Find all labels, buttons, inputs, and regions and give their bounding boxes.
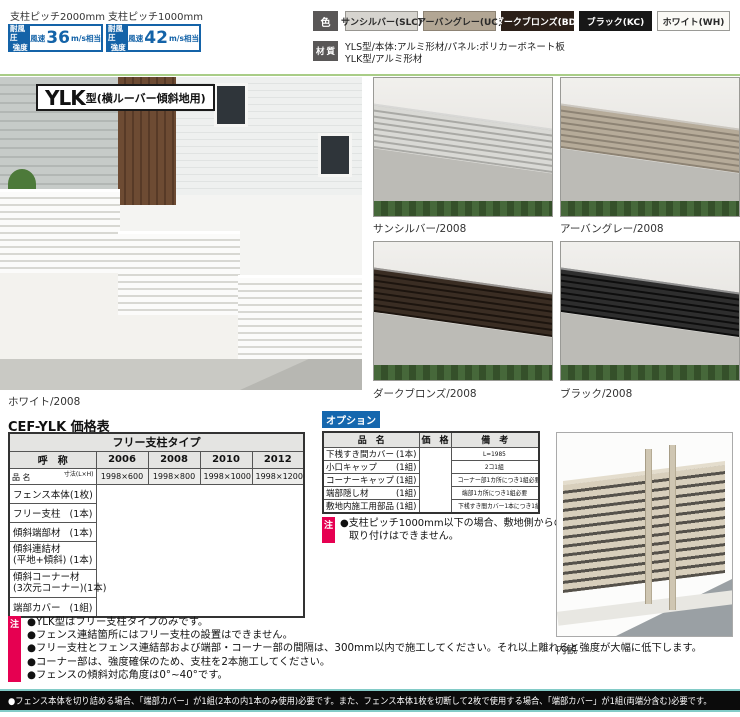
- footer-note-bar: ●フェンス本体を切り詰める場合、「端部カバー」が1組(2本の内1本のみ使用)必要…: [0, 689, 740, 712]
- green-divider: [0, 74, 740, 76]
- catalog-page: 支柱ピッチ2000mm 耐風圧 強度 風速 36 m/s相当 支柱ピッチ1000…: [0, 0, 740, 717]
- color-chip-urbangray: アーバングレー(UC): [423, 11, 496, 31]
- note-item: ●フェンスの傾斜対応角度は0°~40°です。: [27, 669, 702, 682]
- color-chip-white: ホワイト(WH): [657, 11, 730, 31]
- variant-photo-darkbronze: [373, 241, 553, 381]
- note-badge: 注: [8, 616, 21, 682]
- variant-caption-darkbronze: ダークブロンズ/2008: [373, 386, 477, 401]
- window-graphic: [214, 83, 248, 127]
- variant-caption-urbangray: アーバングレー/2008: [560, 221, 664, 236]
- wind-rating-box-2000: 耐風圧 強度 風速 36 m/s相当: [8, 24, 103, 52]
- pitch-label-1000: 支柱ピッチ1000mm: [108, 8, 203, 23]
- wind-rating-value: 風速 36 m/s相当: [30, 26, 101, 50]
- options-header-price: 価 格: [419, 432, 451, 447]
- note-item: ●フェンス連結箇所にはフリー支柱の設置はできません。: [27, 629, 702, 642]
- pitch-label-2000: 支柱ピッチ2000mm: [10, 8, 105, 23]
- hedge-graphic: [561, 365, 739, 380]
- fence-post-graphic: [645, 449, 652, 604]
- louver-fence-graphic: [563, 461, 725, 593]
- variant-photo-sunsilver: [373, 77, 553, 217]
- diagonal-header-cell: 寸法(L×H) 品 名: [9, 468, 96, 484]
- product-model: YLK: [45, 86, 85, 110]
- price-table: フリー支柱タイプ 呼 称 2006 2008 2010 2012 寸法(L×H)…: [8, 432, 305, 618]
- variant-photo-urbangray: [560, 77, 740, 217]
- options-note-text: ●支柱ピッチ1000mm以下の場合、敷地側からの 取り付けはできません。: [340, 517, 564, 543]
- color-chip-sunsilver: サンシルバー(SLC): [345, 11, 418, 31]
- options-price-area: [419, 447, 451, 513]
- note-badge: 注: [322, 517, 335, 543]
- wall-graphic: [118, 315, 240, 359]
- product-type-label: 型(横ルーバー傾斜地用): [86, 90, 206, 106]
- dimension-cell: 1998×1200: [252, 468, 304, 484]
- window-graphic: [318, 133, 352, 177]
- interior-photo: [556, 432, 733, 637]
- size-header: 2010: [200, 451, 252, 468]
- material-line-ylk: YLK型/アルミ形材: [345, 54, 422, 66]
- fence-segment-graphic: [238, 275, 362, 359]
- note-item: ●YLK型はフリー支柱タイプのみです。: [27, 616, 702, 629]
- notes-list: ●YLK型はフリー支柱タイプのみです。 ●フェンス連結箇所にはフリー支柱の設置は…: [27, 616, 702, 682]
- options-note: 注 ●支柱ピッチ1000mm以下の場合、敷地側からの 取り付けはできません。: [322, 517, 564, 543]
- fence-post-graphic: [669, 445, 676, 610]
- color-row-label: 色: [313, 11, 338, 31]
- wind-rating-value: 風速 42 m/s相当: [128, 26, 199, 50]
- wall-graphic: [0, 273, 120, 359]
- dimension-cell: 1998×600: [96, 468, 148, 484]
- hedge-graphic: [374, 365, 552, 380]
- size-header: 2008: [148, 451, 200, 468]
- material-line-yls: YLS型/本体:アルミ形材/パネル:ポリカーボネート板: [345, 42, 565, 54]
- footer-note-text: ●フェンス本体を切り詰める場合、「端部カバー」が1組(2本の内1本のみ使用)必要…: [8, 694, 712, 707]
- hedge-graphic: [374, 201, 552, 216]
- price-col-label: 呼 称: [9, 451, 96, 468]
- wind-rating-badge: 耐風圧 強度: [10, 26, 30, 50]
- dimension-cell: 1998×800: [148, 468, 200, 484]
- notes-block: 注 ●YLK型はフリー支柱タイプのみです。 ●フェンス連結箇所にはフリー支柱の設…: [8, 616, 702, 682]
- wind-rating-box-1000: 耐風圧 強度 風速 42 m/s相当: [106, 24, 201, 52]
- hedge-graphic: [561, 201, 739, 216]
- options-header-note: 備 考: [451, 432, 539, 447]
- note-item: ●フリー支柱とフェンス連結部および端部・コーナー部の間隔は、300mm以内で施工…: [27, 642, 702, 655]
- main-photo-caption: ホワイト/2008: [8, 394, 80, 409]
- wind-rating-badge: 耐風圧 強度: [108, 26, 128, 50]
- table-row: フェンス本体(1枚): [9, 484, 304, 503]
- fence-segment-graphic: [118, 231, 240, 315]
- material-row-label: 材質: [313, 41, 338, 61]
- table-row: 下桟すき間カバー(1本) L=1985: [323, 447, 539, 460]
- main-product-photo: YLK 型(横ルーバー傾斜地用): [0, 77, 362, 390]
- color-chip-black: ブラック(KC): [579, 11, 652, 31]
- color-chip-darkbronze: ダークブロンズ(BD): [501, 11, 574, 31]
- size-header: 2012: [252, 451, 304, 468]
- dimension-cell: 1998×1000: [200, 468, 252, 484]
- fence-segment-graphic: [0, 189, 120, 273]
- options-table: 品 名 価 格 備 考 下桟すき間カバー(1本) L=1985 小口キャップ(1…: [322, 431, 540, 514]
- variant-caption-black: ブラック/2008: [560, 386, 632, 401]
- price-table-type-header: フリー支柱タイプ: [9, 433, 304, 451]
- variant-caption-sunsilver: サンシルバー/2008: [373, 221, 466, 236]
- price-values-area: [96, 484, 304, 617]
- product-title-box: YLK 型(横ルーバー傾斜地用): [36, 84, 215, 111]
- note-item: ●コーナー部は、強度確保のため、支柱を2本施工してください。: [27, 656, 702, 669]
- variant-photo-black: [560, 241, 740, 381]
- size-header: 2006: [96, 451, 148, 468]
- options-badge: オプション: [322, 411, 380, 428]
- options-header-name: 品 名: [323, 432, 419, 447]
